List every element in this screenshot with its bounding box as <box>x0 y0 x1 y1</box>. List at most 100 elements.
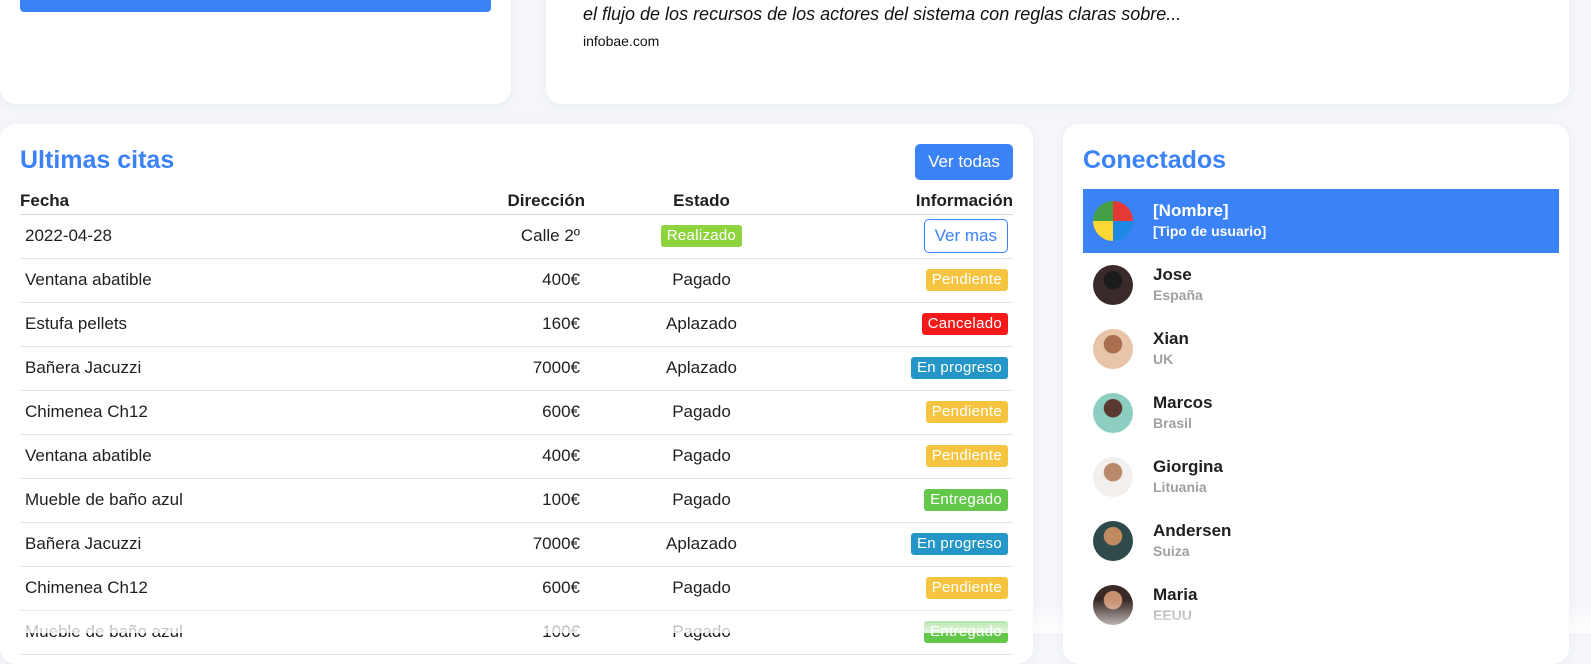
table-header-row: Fecha Dirección Estado Información <box>20 188 1013 215</box>
cell-fecha: Chimenea Ch12 <box>20 390 400 435</box>
estado-text: Pagado <box>672 578 731 597</box>
table-row: 2022-04-28 Calle 2º Realizado Ver mas <box>20 214 1013 259</box>
status-badge: Pendiente <box>925 269 1008 291</box>
avatar <box>1093 265 1133 305</box>
cell-informacion: En progreso <box>818 346 1013 391</box>
status-badge: En progreso <box>910 533 1008 555</box>
column-header-fecha: Fecha <box>20 188 400 215</box>
user-item[interactable]: Jose España <box>1083 253 1559 317</box>
news-card: el flujo de los recursos de los actores … <box>546 0 1569 104</box>
table-row: Bañera Jacuzzi 7000€ Aplazado En progreso <box>20 346 1013 391</box>
cell-direccion: 100€ <box>400 478 585 523</box>
estado-text: Pagado <box>672 446 731 465</box>
estado-text: Pagado <box>672 270 731 289</box>
cell-informacion: Pendiente <box>818 258 1013 303</box>
cell-direccion: 600€ <box>400 390 585 435</box>
user-subtitle: Suiza <box>1153 543 1190 559</box>
user-subtitle: Brasil <box>1153 415 1192 431</box>
cell-estado: Aplazado <box>585 346 818 391</box>
user-item[interactable]: Xian UK <box>1083 317 1559 381</box>
cell-informacion: Entregado <box>818 478 1013 523</box>
user-item[interactable]: Giorgina Lituania <box>1083 445 1559 509</box>
avatar <box>1093 329 1133 369</box>
estado-text: Aplazado <box>666 358 737 377</box>
user-subtitle: España <box>1153 287 1203 303</box>
citas-card: Ultimas citas Ver todas Fecha Dirección … <box>0 124 1033 664</box>
cell-direccion: Calle 2º <box>400 214 585 259</box>
cell-estado: Pagado <box>585 434 818 479</box>
table-row: Bañera Jacuzzi 7000€ Aplazado En progreso <box>20 522 1013 567</box>
table-row: Ventana abatible 400€ Pagado Pendiente <box>20 434 1013 479</box>
bottom-fade <box>0 600 1591 633</box>
cell-estado: Realizado <box>585 214 818 259</box>
user-subtitle: UK <box>1153 351 1174 367</box>
estado-text: Pagado <box>672 490 731 509</box>
primary-action-button[interactable] <box>20 0 491 12</box>
avatar <box>1093 521 1133 561</box>
avatar <box>1093 457 1133 497</box>
news-source[interactable]: infobae.com <box>583 33 659 49</box>
user-list: [Nombre] [Tipo de usuario] Jose España Xian U… <box>1083 189 1559 637</box>
cell-informacion: Ver mas <box>818 214 1013 259</box>
ver-mas-button[interactable]: Ver mas <box>923 219 1008 253</box>
citas-table: Fecha Dirección Estado Información 2022-… <box>20 188 1013 655</box>
estado-text: Pagado <box>672 402 731 421</box>
cell-fecha: Estufa pellets <box>20 302 400 347</box>
conectados-card: Conectados [Nombre] [Tipo de usuario] Jose… <box>1063 124 1569 664</box>
user-item[interactable]: Andersen Suiza <box>1083 509 1559 573</box>
cell-informacion: En progreso <box>818 522 1013 567</box>
cell-fecha: Bañera Jacuzzi <box>20 346 400 391</box>
estado-text: Aplazado <box>666 314 737 333</box>
cell-direccion: 7000€ <box>400 346 585 391</box>
cell-fecha: Ventana abatible <box>20 258 400 303</box>
cell-estado: Pagado <box>585 478 818 523</box>
view-all-button[interactable]: Ver todas <box>915 144 1013 180</box>
citas-title: Ultimas citas <box>20 146 175 174</box>
table-row: Mueble de baño azul100€ Pagado Entregado <box>20 478 1013 523</box>
cell-fecha: Mueble de baño azul <box>20 478 400 523</box>
cell-direccion: 400€ <box>400 258 585 303</box>
cell-direccion: 400€ <box>400 434 585 479</box>
user-name: Xian <box>1153 329 1189 348</box>
cell-fecha: 2022-04-28 <box>20 214 400 259</box>
cell-estado: Aplazado <box>585 522 818 567</box>
column-header-direccion: Dirección <box>400 188 585 215</box>
status-badge: En progreso <box>910 357 1008 379</box>
avatar <box>1093 201 1133 241</box>
status-badge: Pendiente <box>925 577 1008 599</box>
status-badge: Realizado <box>660 225 743 247</box>
column-header-informacion: Información <box>818 188 1013 215</box>
cell-informacion: Cancelado <box>818 302 1013 347</box>
cell-informacion: Pendiente <box>818 434 1013 479</box>
user-item[interactable]: [Nombre] [Tipo de usuario] <box>1083 189 1559 253</box>
cell-fecha: Bañera Jacuzzi <box>20 522 400 567</box>
table-row: Chimenea Ch12 600€ Pagado Pendiente <box>20 390 1013 435</box>
column-header-estado: Estado <box>585 188 818 215</box>
user-name: Jose <box>1153 265 1192 284</box>
cell-estado: Pagado <box>585 258 818 303</box>
table-row: Estufa pellets 160€ Aplazado Cancelado <box>20 302 1013 347</box>
table-row: Ventana abatible 400€ Pagado Pendiente <box>20 258 1013 303</box>
news-excerpt: el flujo de los recursos de los actores … <box>583 4 1182 24</box>
status-badge: Pendiente <box>925 401 1008 423</box>
estado-text: Aplazado <box>666 534 737 553</box>
status-badge: Pendiente <box>925 445 1008 467</box>
conectados-title: Conectados <box>1083 146 1227 174</box>
user-subtitle: Lituania <box>1153 479 1207 495</box>
user-subtitle: [Tipo de usuario] <box>1153 223 1267 239</box>
top-left-card <box>0 0 511 104</box>
cell-fecha: Ventana abatible <box>20 434 400 479</box>
cell-estado: Aplazado <box>585 302 818 347</box>
user-name: [Nombre] <box>1153 201 1229 220</box>
user-name: Andersen <box>1153 521 1232 540</box>
user-name: Giorgina <box>1153 457 1223 476</box>
cell-direccion: 7000€ <box>400 522 585 567</box>
status-badge: Cancelado <box>921 313 1008 335</box>
avatar <box>1093 393 1133 433</box>
cell-direccion: 160€ <box>400 302 585 347</box>
cell-estado: Pagado <box>585 390 818 435</box>
user-name: Marcos <box>1153 393 1213 412</box>
cell-informacion: Pendiente <box>818 390 1013 435</box>
user-item[interactable]: Marcos Brasil <box>1083 381 1559 445</box>
status-badge: Entregado <box>924 489 1008 511</box>
